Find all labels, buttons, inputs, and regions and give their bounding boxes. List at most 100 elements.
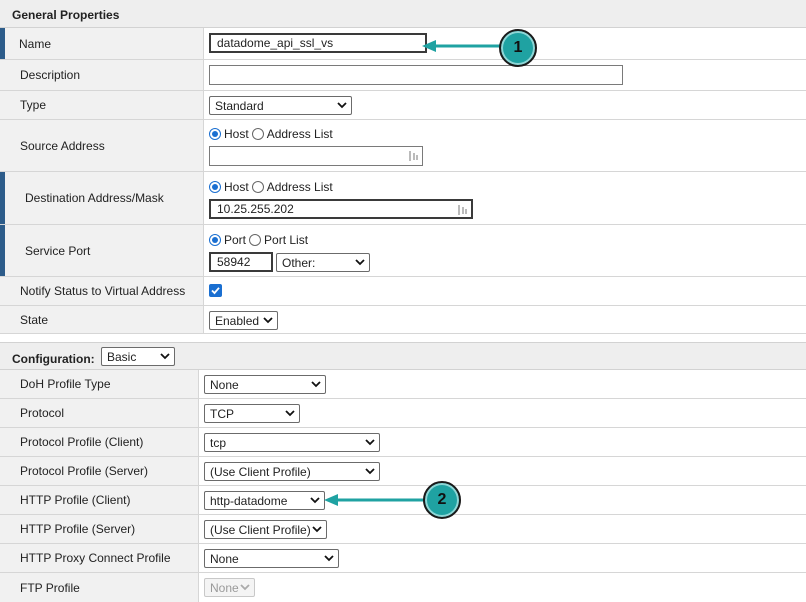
source-radio-group: Host Address List (209, 127, 333, 141)
lookup-icon[interactable] (456, 204, 468, 216)
row-name: Name datadome_api_ssl_vs (0, 28, 806, 60)
callout-2-number: 2 (437, 491, 447, 508)
destination-host-label: Host (224, 180, 249, 194)
description-input[interactable] (209, 65, 623, 85)
destination-address-list-radio[interactable] (251, 181, 264, 193)
chevron-down-icon (310, 497, 320, 504)
protocol-value: TCP (210, 406, 234, 421)
source-address-list-label: Address List (266, 127, 333, 141)
service-port-label-cell: Service Port (0, 225, 204, 276)
config-value-cell: None (199, 370, 806, 398)
config-label-cell: DoH Profile Type (0, 370, 199, 398)
service-port-label: Service Port (25, 243, 91, 258)
http-profile-server-select[interactable]: (Use Client Profile) (204, 520, 327, 539)
configuration-header: Configuration: Basic (0, 342, 806, 370)
destination-host-radio[interactable] (209, 181, 221, 193)
name-label-cell: Name (0, 28, 204, 59)
row-notify-status: Notify Status to Virtual Address (0, 277, 806, 306)
state-label-cell: State (0, 306, 204, 333)
protocol-profile-client-value: tcp (210, 435, 227, 450)
state-select-value: Enabled (215, 313, 260, 328)
description-label-cell: Description (0, 60, 204, 90)
config-value-cell: (Use Client Profile) (199, 515, 806, 543)
service-port-list-label: Port List (264, 233, 309, 247)
source-label-cell: Source Address (0, 120, 204, 171)
chevron-down-icon (263, 317, 273, 324)
http-profile-client-select[interactable]: http-datadome (204, 491, 325, 510)
callout-1-badge: 1 (499, 29, 537, 67)
destination-label-cell: Destination Address/Mask (0, 172, 204, 224)
notify-label-cell: Notify Status to Virtual Address (0, 277, 204, 305)
type-select-value: Standard (215, 98, 264, 113)
general-properties-title: General Properties (12, 8, 120, 22)
config-label-cell: FTP Profile (0, 573, 199, 602)
type-value-cell: Standard (204, 91, 806, 119)
checkmark-icon (211, 287, 220, 295)
type-label: Type (20, 98, 47, 112)
notify-value-cell (204, 277, 806, 305)
chevron-down-icon (312, 526, 322, 533)
service-port-value: 58942 (217, 255, 251, 269)
service-port-input[interactable]: 58942 (209, 252, 273, 272)
protocol-select[interactable]: TCP (204, 404, 300, 423)
config-row-protocol-client: Protocol Profile (Client) tcp (0, 428, 806, 457)
source-host-label: Host (224, 127, 249, 141)
config-row-ftp: FTP Profile None (0, 573, 806, 602)
chevron-down-icon (160, 353, 170, 360)
destination-address-input[interactable]: 10.25.255.202 (209, 199, 473, 219)
config-label-cell: HTTP Profile (Server) (0, 515, 199, 543)
config-row-protocol-server: Protocol Profile (Server) (Use Client Pr… (0, 457, 806, 486)
doh-profile-select[interactable]: None (204, 375, 326, 394)
http-proxy-connect-select[interactable]: None (204, 549, 339, 568)
callout-1-number: 1 (513, 39, 523, 56)
configuration-mode-select[interactable]: Basic (101, 347, 175, 366)
config-value-cell: (Use Client Profile) (199, 457, 806, 485)
destination-value-cell: Host Address List 10.25.255.202 (204, 172, 806, 224)
service-port-radio[interactable] (209, 234, 221, 246)
service-port-preset-select[interactable]: Other: (276, 253, 370, 272)
destination-radio-group: Host Address List (209, 180, 333, 194)
http-proxy-connect-label: HTTP Proxy Connect Profile (20, 551, 171, 565)
protocol-profile-client-select[interactable]: tcp (204, 433, 380, 452)
row-destination-address: Destination Address/Mask Host Address Li… (0, 172, 806, 225)
description-label: Description (20, 68, 81, 82)
protocol-label: Protocol (20, 406, 65, 420)
config-value-cell: tcp (199, 428, 806, 456)
row-description: Description (0, 60, 806, 91)
protocol-profile-client-label: Protocol Profile (Client) (20, 435, 144, 449)
source-host-radio[interactable] (209, 128, 221, 140)
destination-label: Destination Address/Mask (25, 191, 164, 205)
source-address-list-radio[interactable] (251, 128, 264, 140)
type-select[interactable]: Standard (209, 96, 352, 115)
source-label: Source Address (20, 138, 105, 153)
row-type: Type Standard (0, 91, 806, 120)
config-row-protocol: Protocol TCP (0, 399, 806, 428)
row-source-address: Source Address Host Address List (0, 120, 806, 172)
config-label-cell: HTTP Profile (Client) (0, 486, 199, 514)
destination-address-list-label: Address List (266, 180, 333, 194)
config-value-cell: None (199, 573, 806, 602)
protocol-profile-server-select[interactable]: (Use Client Profile) (204, 462, 380, 481)
config-value-cell: http-datadome (199, 486, 806, 514)
name-input[interactable]: datadome_api_ssl_vs (209, 33, 427, 53)
config-row-doh: DoH Profile Type None (0, 370, 806, 399)
chevron-down-icon (365, 439, 375, 446)
doh-profile-label: DoH Profile Type (20, 377, 111, 391)
ftp-profile-value: None (210, 580, 239, 595)
service-port-preset-value: Other: (282, 255, 316, 270)
service-port-value-cell: Port Port List 58942 Other: (204, 225, 806, 276)
chevron-down-icon (324, 555, 334, 562)
name-label: Name (19, 36, 52, 51)
service-port-list-radio[interactable] (249, 234, 262, 246)
source-address-input[interactable] (209, 146, 423, 166)
notify-checkbox[interactable] (209, 284, 222, 297)
notify-label: Notify Status to Virtual Address (20, 284, 186, 298)
configuration-mode-value: Basic (107, 349, 137, 364)
config-value-cell: TCP (199, 399, 806, 427)
lookup-icon[interactable] (407, 150, 419, 162)
service-port-radio-group: Port Port List (209, 233, 308, 247)
chevron-down-icon (337, 102, 347, 109)
state-select[interactable]: Enabled (209, 311, 278, 330)
annotation-arrow-1 (422, 40, 502, 52)
config-row-http-server: HTTP Profile (Server) (Use Client Profil… (0, 515, 806, 544)
